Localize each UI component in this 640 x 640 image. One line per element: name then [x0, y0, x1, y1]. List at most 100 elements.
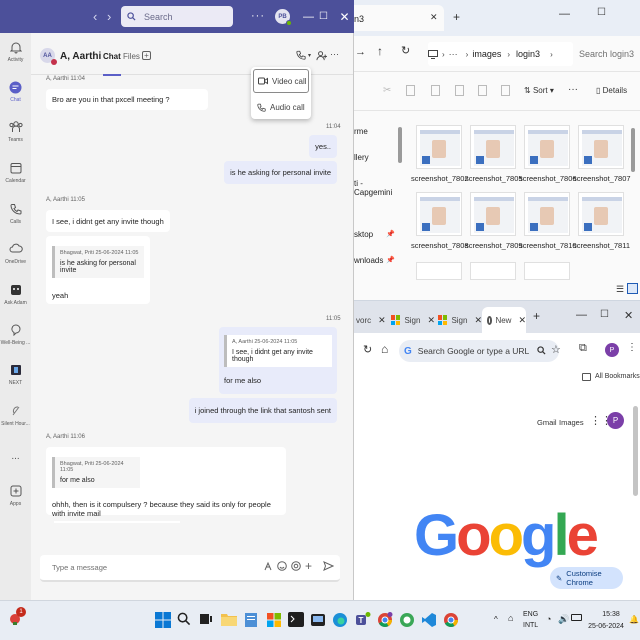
audio-call-item[interactable]: Audio call	[253, 95, 309, 119]
chrome-tab[interactable]: vorc ✕	[354, 307, 388, 333]
send-icon[interactable]	[323, 561, 334, 571]
rail-onedrive[interactable]: OneDrive	[0, 243, 31, 265]
taskbar-chrome[interactable]	[377, 612, 395, 630]
customise-chrome-button[interactable]: ✎ Customise Chrome	[550, 567, 623, 589]
cut-icon[interactable]: ✂	[383, 85, 391, 96]
close-tab-icon[interactable]: ✕	[430, 12, 438, 23]
teams-search-input[interactable]: Search	[121, 6, 233, 27]
file-thumbnail[interactable]	[416, 262, 462, 280]
sort-button[interactable]: ⇅ Sort ▾	[524, 86, 554, 95]
file-thumbnail[interactable]	[416, 192, 462, 236]
incoming-message-with-quote[interactable]: Bhagwat, Priti 25-06-2024 11:05 for me a…	[46, 447, 286, 518]
file-name[interactable]: screenshot_7807	[573, 174, 631, 183]
clock-date[interactable]: 25-06-2024	[584, 623, 628, 630]
share-icon[interactable]	[478, 85, 487, 96]
close-tab-icon[interactable]: ✕	[378, 315, 386, 326]
nav-item[interactable]: ti - Capgemini	[354, 179, 400, 197]
file-name[interactable]: screenshot_7810	[519, 241, 577, 250]
rail-calls[interactable]: Calls	[0, 203, 31, 225]
taskbar-vscode[interactable]	[421, 612, 439, 630]
chevron-down-icon[interactable]: ▾	[308, 52, 311, 59]
file-name[interactable]: screenshot_7808	[411, 241, 469, 250]
attach-plus-icon[interactable]: +	[305, 559, 312, 573]
tab-chat[interactable]: Chat	[103, 52, 121, 76]
extensions-icon[interactable]: ⧉	[579, 342, 587, 355]
nav-item[interactable]: wnloads	[354, 256, 383, 265]
nav-item[interactable]: rme	[354, 127, 368, 136]
taskbar-app[interactable]	[266, 612, 284, 630]
scrollbar[interactable]	[633, 406, 638, 496]
add-people-icon[interactable]	[316, 50, 327, 61]
rail-teams[interactable]: Teams	[0, 121, 31, 143]
minimize-button[interactable]: —	[559, 8, 570, 20]
file-thumbnail[interactable]	[578, 192, 624, 236]
rail-well-being[interactable]: Well-Being ...	[0, 324, 31, 346]
breadcrumb-login3[interactable]: login3	[516, 49, 540, 59]
outgoing-message[interactable]: is he asking for personal invite	[224, 161, 337, 184]
explorer-search-input[interactable]: Search login3	[578, 42, 638, 66]
clock-time[interactable]: 15:38	[600, 611, 622, 618]
back-arrow-icon[interactable]: ‹	[93, 9, 97, 24]
file-name[interactable]: screenshot_7805	[465, 174, 523, 183]
close-tab-icon[interactable]: ✕	[518, 315, 526, 326]
incoming-message-with-quote[interactable]: Bhagwat, Priti 25-06-2024 11:05 is he as…	[46, 236, 150, 304]
file-name[interactable]: screenshot_7806	[519, 174, 577, 183]
maximize-button[interactable]: ☐	[312, 0, 335, 33]
file-thumbnail[interactable]	[524, 262, 570, 280]
rail-next[interactable]: NEXT	[0, 364, 31, 386]
more-options-icon[interactable]: ···	[330, 49, 339, 59]
close-tab-icon[interactable]: ✕	[474, 315, 482, 326]
quoted-reply[interactable]: Bhagwat, Priti 25-06-2024 11:05 is he as…	[52, 246, 144, 278]
outgoing-message[interactable]: yes..	[309, 135, 337, 158]
file-name[interactable]: screenshot_7802	[411, 174, 469, 183]
list-view-icon[interactable]: ☰	[616, 284, 624, 295]
taskbar-file-explorer[interactable]	[221, 612, 239, 630]
file-thumbnail[interactable]	[578, 125, 624, 169]
copy-icon[interactable]	[406, 85, 415, 96]
quoted-reply[interactable]: Bhagwat, Priti 25-06-2024 11:05 for me a…	[52, 457, 140, 488]
tab-files[interactable]: Files	[123, 52, 140, 61]
file-thumbnail[interactable]	[470, 125, 516, 169]
scrollbar[interactable]	[631, 128, 635, 172]
taskbar-app[interactable]	[310, 612, 328, 630]
search-icon[interactable]	[537, 346, 546, 355]
more-options-icon[interactable]: ···	[251, 10, 265, 22]
rail-activity[interactable]: Activity	[0, 41, 31, 63]
taskbar-app[interactable]	[399, 612, 417, 630]
taskbar-chrome[interactable]	[443, 612, 461, 630]
forward-arrow-icon[interactable]: →	[355, 46, 366, 58]
loop-icon[interactable]	[291, 561, 301, 571]
tile-view-icon[interactable]	[627, 283, 638, 294]
emoji-icon[interactable]	[277, 561, 287, 571]
speaker-icon[interactable]: 🔊	[558, 614, 569, 625]
file-thumbnail[interactable]	[470, 262, 516, 280]
file-name[interactable]: screenshot_7809	[465, 241, 523, 250]
menu-kebab-icon[interactable]: ⋮	[627, 342, 637, 353]
rail-silent-hours[interactable]: Silent Hour...	[0, 405, 31, 427]
rail-chat[interactable]: Chat	[0, 81, 31, 103]
overflow-icon[interactable]: ···	[449, 49, 458, 59]
close-tab-icon[interactable]: ✕	[427, 315, 435, 326]
home-icon[interactable]: ⌂	[381, 342, 388, 356]
video-call-item[interactable]: Video call	[253, 69, 309, 93]
taskbar-app[interactable]	[288, 612, 306, 630]
paste-icon[interactable]	[431, 85, 440, 96]
maximize-button[interactable]: ☐	[597, 7, 606, 18]
rail-more[interactable]: ...	[0, 451, 31, 462]
omnibox[interactable]: G Search Google or type a URL ☆	[399, 340, 561, 362]
rename-icon[interactable]	[455, 85, 464, 96]
address-bar[interactable]: › ··· › images › login3 ›	[428, 42, 573, 66]
file-thumbnail[interactable]	[524, 125, 570, 169]
outgoing-message[interactable]: i joined through the link that santosh s…	[188, 398, 337, 423]
gmail-link[interactable]: Gmail	[537, 418, 557, 427]
taskbar-teams[interactable]: T	[355, 612, 373, 630]
chrome-tab[interactable]: Sign ✕	[391, 307, 435, 333]
taskbar-edge[interactable]	[332, 612, 350, 630]
minimize-button[interactable]: —	[576, 309, 587, 321]
user-avatar[interactable]: PB	[275, 9, 292, 26]
language-indicator[interactable]: ENG	[523, 611, 538, 618]
new-tab-button[interactable]: +	[453, 10, 460, 24]
widgets-button[interactable]: 1	[8, 607, 26, 626]
nav-item[interactable]: sktop	[354, 230, 373, 239]
chrome-tab[interactable]: Sign ✕	[438, 307, 482, 333]
